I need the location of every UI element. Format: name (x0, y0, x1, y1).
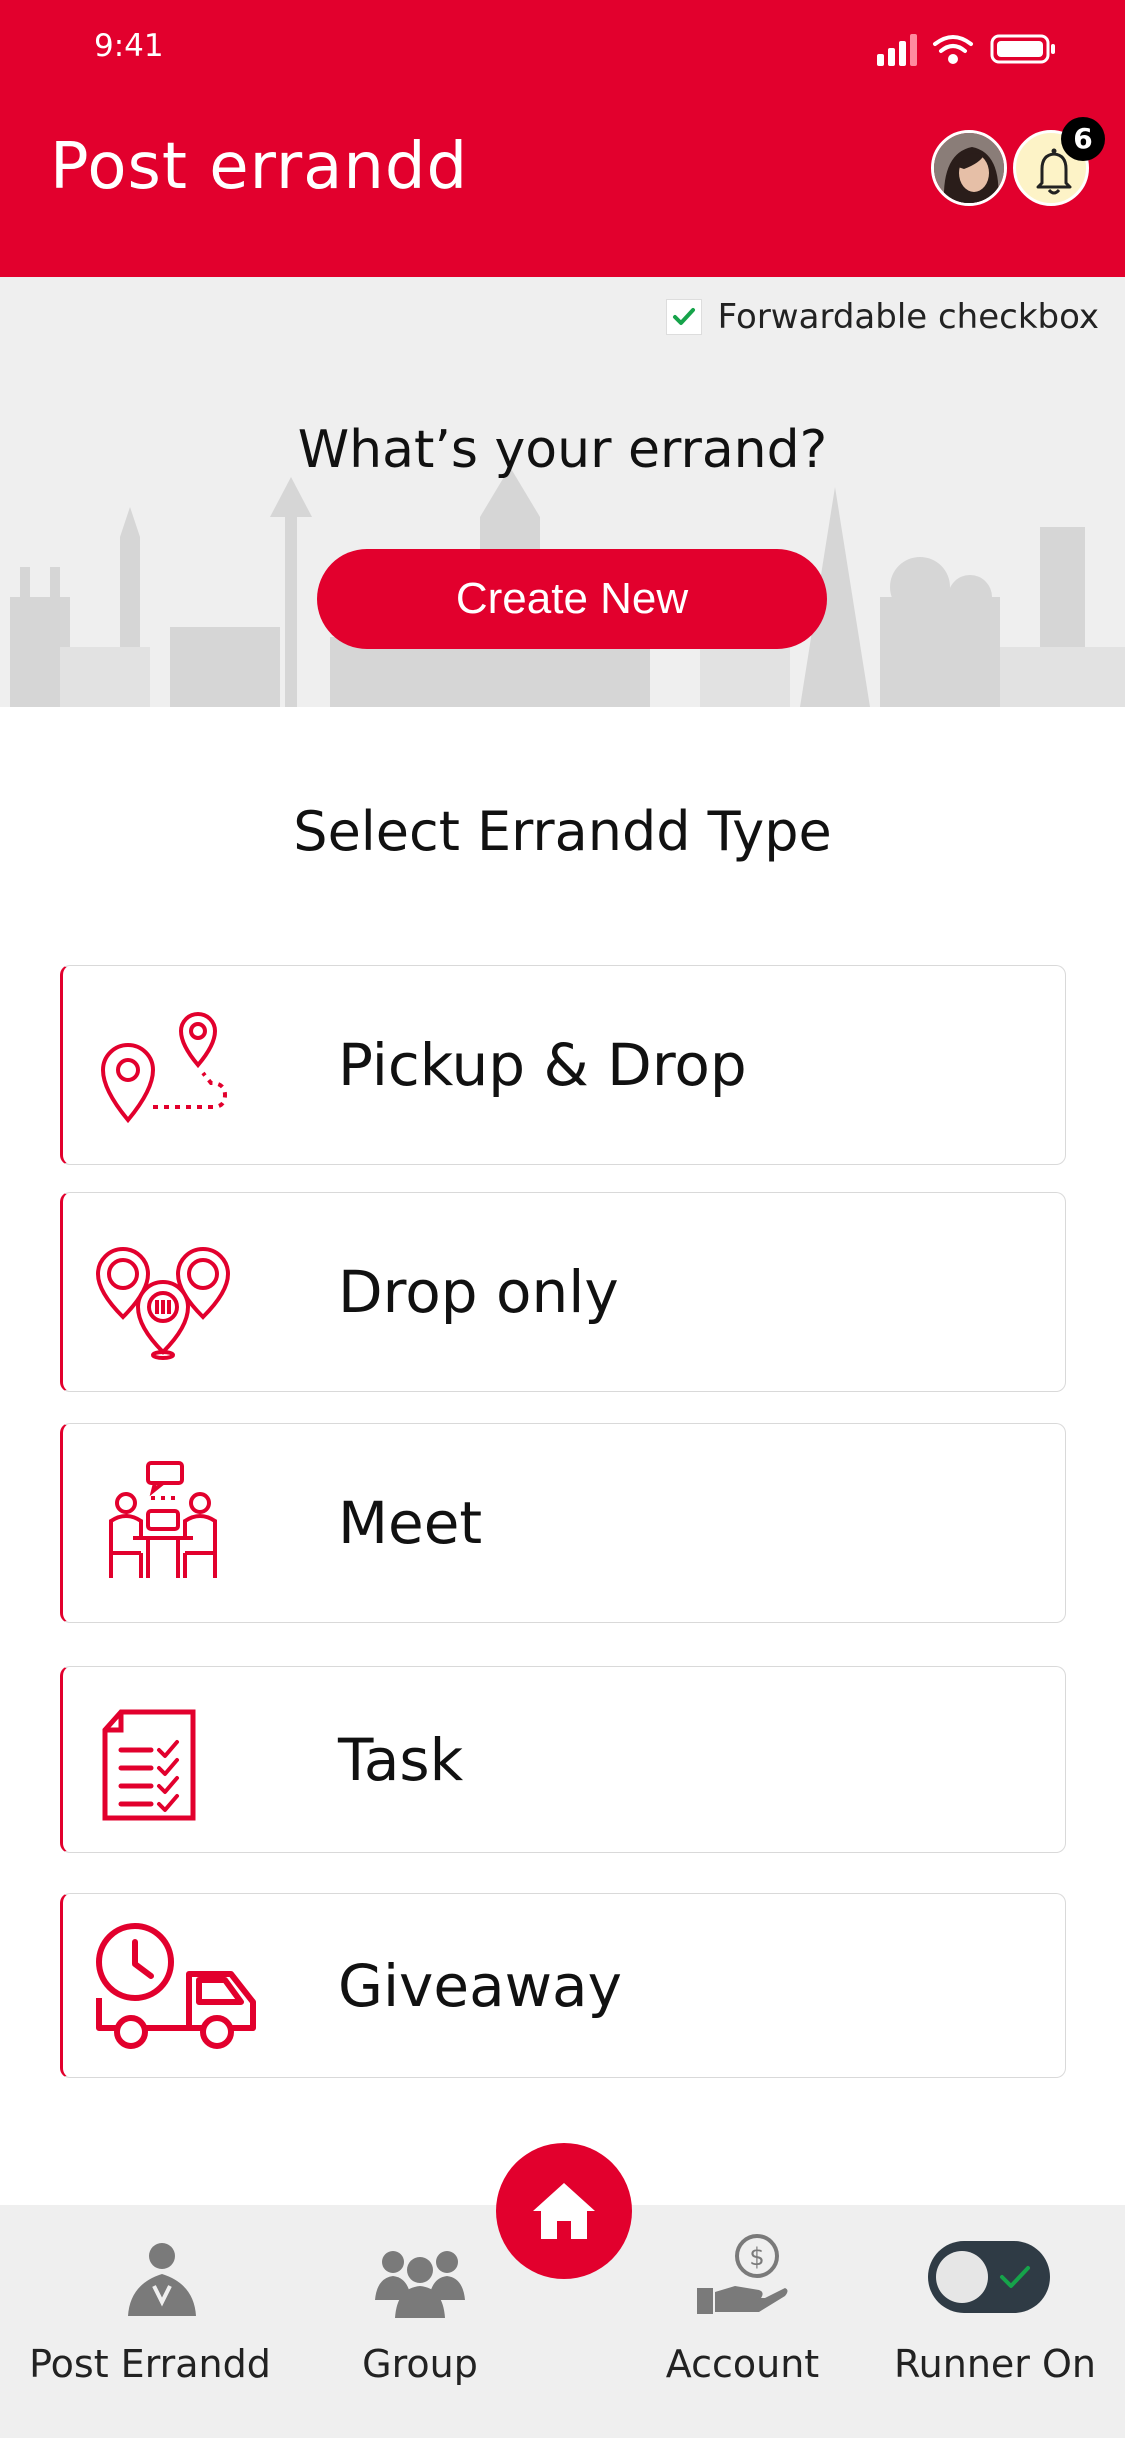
pickup-drop-icon (100, 1012, 228, 1124)
nav-label: Post Errandd (29, 2342, 271, 2386)
wifi-icon (933, 35, 973, 64)
errand-type-meet[interactable]: Meet (60, 1423, 1066, 1623)
home-button[interactable] (496, 2143, 632, 2279)
group-icon (375, 2251, 465, 2318)
app-header: 9:41 Post errandd 6 (0, 0, 1125, 277)
nav-label: Group (362, 2342, 478, 2386)
forwardable-checkbox[interactable] (665, 299, 702, 335)
nav-label: Account (665, 2342, 820, 2386)
giveaway-icon (96, 1922, 256, 2049)
notification-badge: 6 (1061, 117, 1105, 161)
nav-post-errandd[interactable]: Post Errandd (0, 2205, 300, 2438)
forwardable-checkbox-label: Forwardable checkbox (717, 297, 1099, 337)
runner-toggle[interactable] (928, 2241, 1050, 2313)
errand-type-label: Drop only (338, 1258, 619, 1326)
check-icon (672, 308, 695, 325)
nav-account[interactable]: $ Account (650, 2205, 835, 2438)
battery-icon (990, 34, 1055, 64)
errand-type-label: Meet (338, 1489, 483, 1557)
nav-label: Runner On (893, 2342, 1097, 2386)
errand-type-giveaway[interactable]: Giveaway (60, 1893, 1066, 2078)
forwardable-checkbox-row[interactable]: Forwardable checkbox (665, 297, 1099, 337)
home-icon (533, 2183, 595, 2239)
svg-text:$: $ (749, 2243, 764, 2271)
errand-question: What’s your errand? (297, 420, 828, 480)
drop-only-icon (95, 1247, 231, 1360)
errand-type-label: Giveaway (338, 1951, 622, 2020)
meet-icon (109, 1461, 217, 1578)
status-time: 9:41 (94, 28, 164, 64)
signal-icon (877, 34, 917, 66)
page-title: Post errandd (50, 130, 469, 204)
avatar-photo (934, 133, 1004, 203)
avatar[interactable] (931, 130, 1007, 206)
task-icon (102, 1709, 196, 1820)
nav-runner-on[interactable]: Runner On (880, 2205, 1110, 2438)
account-icon: $ (697, 2234, 788, 2314)
errand-type-label: Task (338, 1725, 464, 1794)
section-title: Select Errandd Type (293, 800, 832, 863)
errand-type-label: Pickup & Drop (338, 1031, 747, 1099)
status-icons (877, 34, 1055, 66)
create-new-button[interactable]: Create New (317, 549, 827, 649)
errand-type-drop-only[interactable]: Drop only (60, 1192, 1066, 1392)
errand-type-task[interactable]: Task (60, 1666, 1066, 1853)
toggle-knob (936, 2251, 988, 2303)
errand-type-pickup-drop[interactable]: Pickup & Drop (60, 965, 1066, 1165)
post-errandd-icon (128, 2243, 196, 2316)
toggle-check-icon (1000, 2266, 1030, 2288)
nav-group[interactable]: Group (320, 2205, 520, 2438)
